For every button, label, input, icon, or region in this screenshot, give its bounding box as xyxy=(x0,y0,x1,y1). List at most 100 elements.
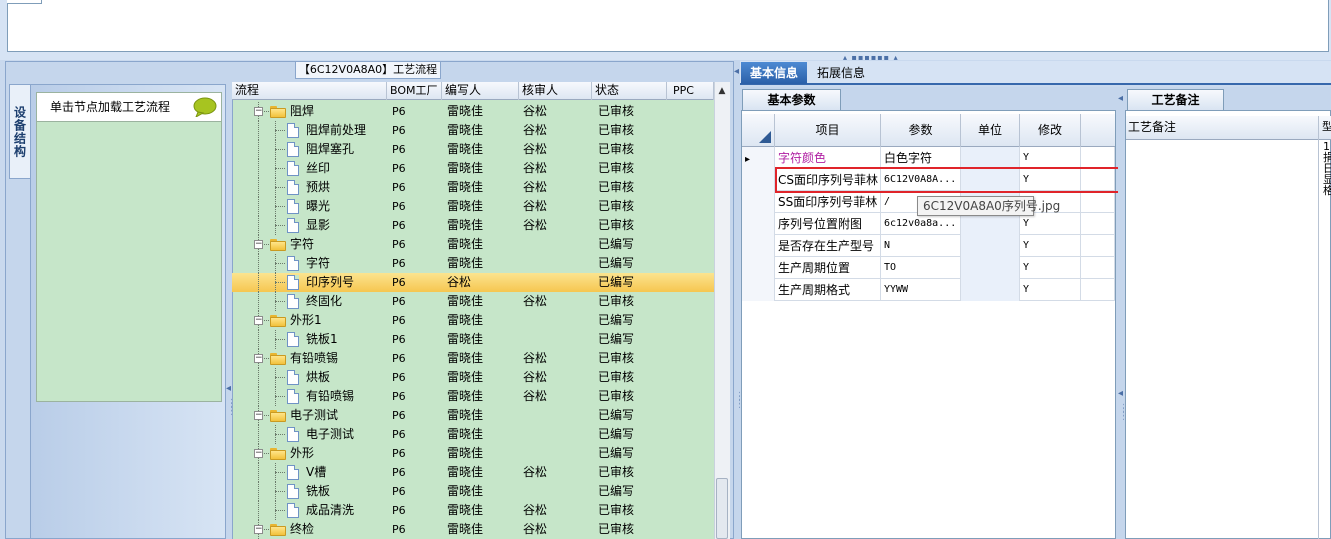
tab-extended-info[interactable]: 拓展信息 xyxy=(811,62,871,84)
param-row[interactable]: ▸ 字符颜色 白色字符 Y xyxy=(742,147,1115,169)
row-selector[interactable]: ▸ xyxy=(742,147,775,169)
scroll-up-arrow-icon[interactable]: ▲ xyxy=(714,82,730,100)
process-row[interactable]: − 阻焊 P6 雷晓佳 谷松 已审核 xyxy=(232,102,714,121)
param-row[interactable]: 序列号位置附图 6c12v0a8a... Y xyxy=(742,213,1115,235)
tree-trunk-line xyxy=(258,273,259,292)
process-row[interactable]: 丝印 P6 雷晓佳 谷松 已审核 xyxy=(232,159,714,178)
process-row[interactable]: 铣板 P6 雷晓佳 已编写 xyxy=(232,482,714,501)
tree-branch-line xyxy=(275,225,285,226)
row-selector[interactable] xyxy=(742,191,775,213)
tree-trunk-line xyxy=(258,501,259,520)
row-selector[interactable] xyxy=(742,257,775,279)
row-selector[interactable] xyxy=(742,213,775,235)
process-row[interactable]: − 终检 P6 雷晓佳 谷松 已审核 xyxy=(232,520,714,539)
process-row[interactable]: 有铅喷锡 P6 雷晓佳 谷松 已审核 xyxy=(232,387,714,406)
writer-cell: 雷晓佳 xyxy=(447,199,484,213)
column-header-notes[interactable]: 工艺备注 xyxy=(1128,116,1176,138)
collapse-toggle-icon[interactable]: − xyxy=(254,525,263,534)
process-row[interactable]: 铣板1 P6 雷晓佳 已编写 xyxy=(232,330,714,349)
process-name: 丝印 xyxy=(306,161,331,175)
collapse-toggle-icon[interactable]: − xyxy=(254,107,263,116)
row-selector[interactable] xyxy=(742,235,775,257)
writer-cell: 雷晓佳 xyxy=(447,161,484,175)
column-header-ppc[interactable]: PPC xyxy=(667,82,714,100)
status-cell: 已审核 xyxy=(598,104,635,118)
writer-cell: 雷晓佳 xyxy=(447,503,484,517)
column-header-flow[interactable]: 流程 xyxy=(232,82,387,100)
status-cell: 已编写 xyxy=(598,484,635,498)
nav-tree-area[interactable] xyxy=(36,92,222,402)
param-unit-cell xyxy=(961,213,1020,235)
process-row[interactable]: 曝光 P6 雷晓佳 谷松 已审核 xyxy=(232,197,714,216)
column-header-modify[interactable]: 修改 xyxy=(1020,114,1081,147)
param-row[interactable]: 生产周期位置 TO Y xyxy=(742,257,1115,279)
param-value-cell[interactable]: 白色字符 xyxy=(881,147,961,169)
process-row[interactable]: 烘板 P6 雷晓佳 谷松 已审核 xyxy=(232,368,714,387)
status-cell: 已审核 xyxy=(598,161,635,175)
collapse-toggle-icon[interactable]: − xyxy=(254,411,263,420)
collapse-toggle-icon[interactable]: − xyxy=(254,240,263,249)
column-header-writer[interactable]: 编写人 xyxy=(442,82,519,100)
scrollbar-thumb[interactable] xyxy=(716,478,728,539)
status-cell: 已审核 xyxy=(598,180,635,194)
param-modify-cell[interactable]: Y xyxy=(1020,257,1081,279)
param-extra-cell xyxy=(1081,213,1115,235)
writer-cell: 雷晓佳 xyxy=(447,256,484,270)
param-value-cell[interactable]: YYWW xyxy=(881,279,961,301)
checker-cell: 谷松 xyxy=(523,370,548,384)
checker-cell: 谷松 xyxy=(523,218,548,232)
column-header-item[interactable]: 项目 xyxy=(775,114,881,147)
process-row[interactable]: 阻焊塞孔 P6 雷晓佳 谷松 已审核 xyxy=(232,140,714,159)
process-row[interactable]: − 外形1 P6 雷晓佳 已编写 xyxy=(232,311,714,330)
param-value-cell[interactable]: 6c12v0a8a... xyxy=(881,213,961,235)
tab-process-notes[interactable]: 工艺备注 xyxy=(1127,89,1224,110)
column-header-bom[interactable]: BOM工厂 xyxy=(387,82,442,100)
process-row[interactable]: − 电子测试 P6 雷晓佳 已编写 xyxy=(232,406,714,425)
nav-hint-label: 单击节点加载工艺流程 xyxy=(50,100,171,114)
process-row[interactable]: V槽 P6 雷晓佳 谷松 已审核 xyxy=(232,463,714,482)
row-selector[interactable] xyxy=(742,169,775,191)
status-cell: 已编写 xyxy=(598,256,635,270)
row-selector[interactable] xyxy=(742,279,775,301)
status-cell: 已审核 xyxy=(598,142,635,156)
bom-factory-cell: P6 xyxy=(392,428,406,441)
process-grid-scrollbar[interactable] xyxy=(714,82,730,539)
collapse-toggle-icon[interactable]: − xyxy=(254,449,263,458)
writer-cell: 雷晓佳 xyxy=(447,522,484,536)
process-row[interactable]: 字符 P6 雷晓佳 已编写 xyxy=(232,254,714,273)
param-row[interactable]: 是否存在生产型号 N Y xyxy=(742,235,1115,257)
process-row[interactable]: 电子测试 P6 雷晓佳 已编写 xyxy=(232,425,714,444)
process-row[interactable]: 成品清洗 P6 雷晓佳 谷松 已审核 xyxy=(232,501,714,520)
collapse-toggle-icon[interactable]: − xyxy=(254,354,263,363)
param-value-cell[interactable]: TO xyxy=(881,257,961,279)
bom-factory-cell: P6 xyxy=(392,295,406,308)
column-header-status[interactable]: 状态 xyxy=(592,82,667,100)
param-modify-cell[interactable]: Y xyxy=(1020,147,1081,169)
tab-device-structure[interactable]: 设备结构 xyxy=(9,84,31,179)
process-row[interactable]: 显影 P6 雷晓佳 谷松 已审核 xyxy=(232,216,714,235)
process-row[interactable]: − 有铅喷锡 P6 雷晓佳 谷松 已审核 xyxy=(232,349,714,368)
param-extra-cell xyxy=(1081,235,1115,257)
process-row[interactable]: − 字符 P6 雷晓佳 已编写 xyxy=(232,235,714,254)
document-icon xyxy=(287,123,299,138)
process-row[interactable]: 预烘 P6 雷晓佳 谷松 已审核 xyxy=(232,178,714,197)
column-header-value[interactable]: 参数 xyxy=(881,114,961,147)
collapse-toggle-icon[interactable]: − xyxy=(254,316,263,325)
writer-cell: 雷晓佳 xyxy=(447,180,484,194)
param-modify-cell[interactable]: Y xyxy=(1020,279,1081,301)
param-modify-cell[interactable]: Y xyxy=(1020,213,1081,235)
param-modify-cell[interactable]: Y xyxy=(1020,235,1081,257)
process-row[interactable]: 阻焊前处理 P6 雷晓佳 谷松 已审核 xyxy=(232,121,714,140)
process-row[interactable]: 终固化 P6 雷晓佳 谷松 已审核 xyxy=(232,292,714,311)
tab-basic-info[interactable]: 基本信息 xyxy=(741,62,807,84)
folder-icon-body xyxy=(270,108,286,118)
process-row[interactable]: 印序列号 P6 谷松 已编写 xyxy=(232,273,714,292)
column-header-unit[interactable]: 单位 xyxy=(961,114,1020,147)
param-value-cell[interactable]: N xyxy=(881,235,961,257)
column-header-side[interactable]: 型 xyxy=(1319,116,1331,138)
tab-basic-params[interactable]: 基本参数 xyxy=(742,89,841,110)
param-row[interactable]: 生产周期格式 YYWW Y xyxy=(742,279,1115,301)
column-header-checker[interactable]: 核审人 xyxy=(519,82,592,100)
row-selector-header[interactable] xyxy=(742,114,775,147)
process-row[interactable]: − 外形 P6 雷晓佳 已编写 xyxy=(232,444,714,463)
